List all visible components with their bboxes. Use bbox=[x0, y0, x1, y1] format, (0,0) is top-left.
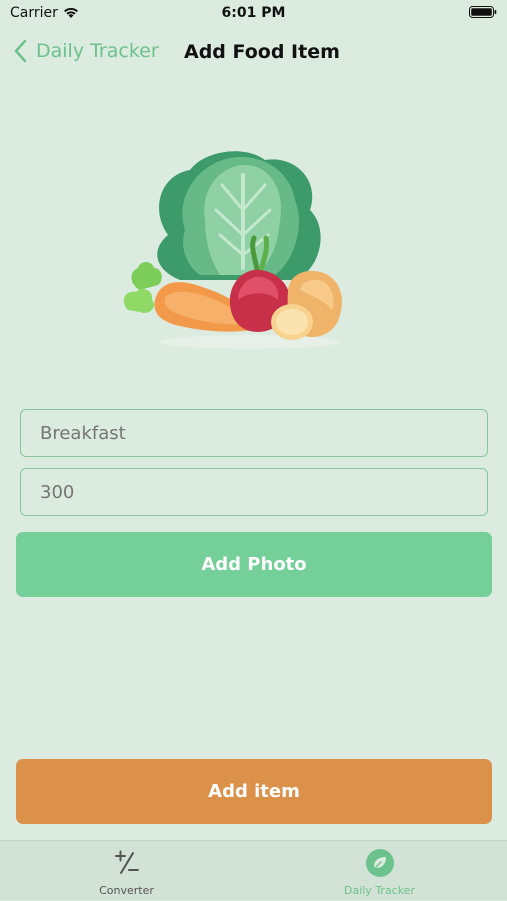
vegetables-illustration bbox=[123, 151, 342, 349]
status-bar: Carrier 6:01 PM bbox=[0, 0, 507, 30]
leaf-icon bbox=[365, 849, 394, 877]
plus-minus-icon bbox=[114, 850, 139, 874]
battery-icon bbox=[469, 6, 497, 18]
food-name-input[interactable] bbox=[20, 409, 488, 457]
back-button[interactable]: Daily Tracker bbox=[14, 39, 159, 63]
tab-daily-tracker-label: Daily Tracker bbox=[343, 884, 415, 897]
add-item-button[interactable]: Add item bbox=[16, 759, 492, 824]
tab-converter[interactable]: Converter bbox=[0, 841, 253, 901]
tab-daily-tracker[interactable]: Daily Tracker bbox=[253, 841, 506, 901]
add-photo-button[interactable]: Add Photo bbox=[16, 532, 492, 597]
calories-input[interactable] bbox=[20, 468, 488, 516]
tab-converter-label: Converter bbox=[99, 884, 154, 897]
tab-bar: Converter Daily Tracker bbox=[0, 840, 507, 900]
navigation-bar: Daily Tracker Add Food Item bbox=[0, 33, 507, 73]
status-time: 6:01 PM bbox=[221, 5, 286, 21]
back-label: Daily Tracker bbox=[36, 40, 159, 62]
page-title: Add Food Item bbox=[184, 41, 340, 63]
chevron-left-icon bbox=[14, 39, 27, 63]
